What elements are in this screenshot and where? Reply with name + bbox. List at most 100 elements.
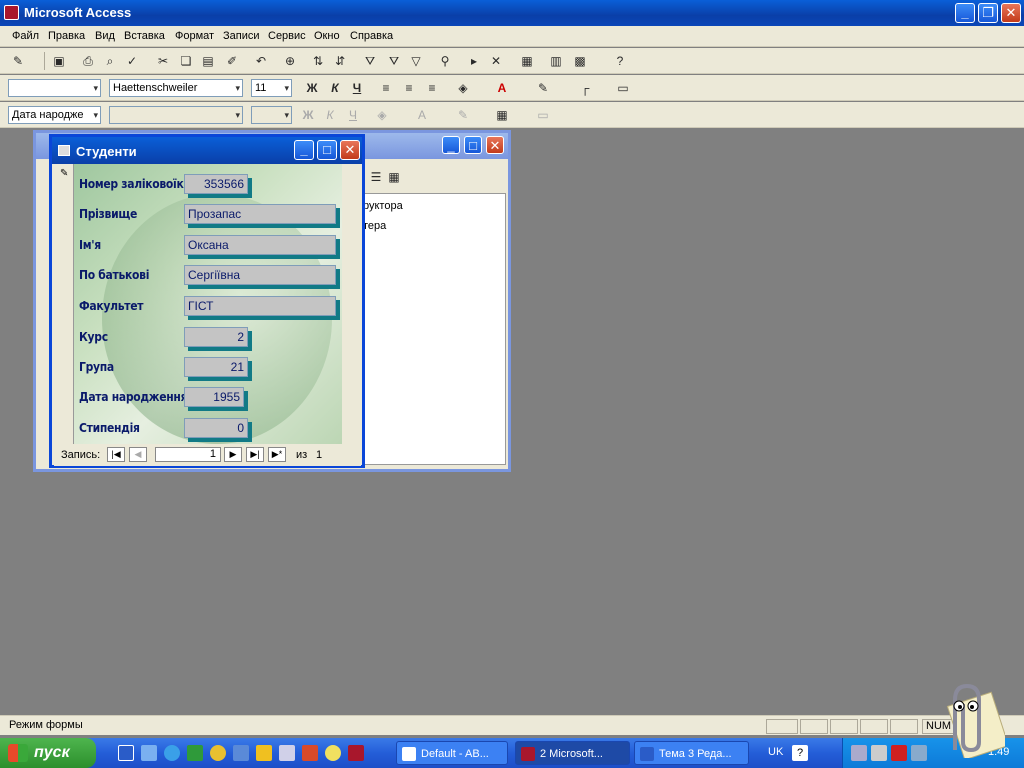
hyperlink-icon[interactable]: ⊕	[282, 53, 298, 69]
language-indicator[interactable]: UK	[768, 746, 783, 758]
form-maximize-icon[interactable]: □	[317, 140, 337, 160]
access-app-icon[interactable]	[4, 5, 19, 20]
network-quicklaunch-icon[interactable]	[279, 745, 295, 761]
menu-window[interactable]: Окно	[314, 30, 340, 42]
help-icon[interactable]: ?	[612, 53, 628, 69]
taskbar-item[interactable]: Тема 3 Реда...	[634, 741, 749, 765]
menu-view[interactable]: Вид	[95, 30, 115, 42]
font-color-icon[interactable]: A	[494, 80, 510, 96]
font-dropdown[interactable]: Haettenschweiler	[109, 79, 243, 97]
minimize-icon[interactable]: _	[955, 3, 975, 23]
db-minimize-icon[interactable]: _	[442, 136, 460, 154]
record-number-input[interactable]: 1	[155, 447, 221, 462]
sort-desc-icon[interactable]: ⇵	[332, 53, 348, 69]
format-painter-icon[interactable]: ✐	[224, 53, 240, 69]
form-close-icon[interactable]: ✕	[340, 140, 360, 160]
list-view-icon[interactable]: ☰	[368, 169, 384, 185]
line-color-icon[interactable]: ✎	[535, 80, 551, 96]
new-object-icon[interactable]: ▩	[572, 53, 588, 69]
tip-quicklaunch-icon[interactable]	[325, 745, 341, 761]
undo-icon[interactable]: ↶	[253, 53, 269, 69]
new-record-nav-icon[interactable]: ▶*	[268, 447, 286, 462]
view-icon[interactable]: ✎	[10, 53, 26, 69]
copy-icon[interactable]: ❏	[178, 53, 194, 69]
menu-help[interactable]: Справка	[350, 30, 393, 42]
tray-icon[interactable]	[851, 745, 867, 761]
restore-icon[interactable]: ❐	[978, 3, 998, 23]
menu-records[interactable]: Записи	[223, 30, 260, 42]
form-minimize-icon[interactable]: _	[294, 140, 314, 160]
underline-icon[interactable]: Ч	[349, 80, 365, 96]
font-color-disabled-icon: A	[417, 108, 426, 122]
bold-icon[interactable]: Ж	[304, 80, 320, 96]
patronymic-field[interactable]: Сергіївна	[184, 265, 336, 285]
italic-icon[interactable]: К	[327, 80, 343, 96]
db-maximize-icon[interactable]: □	[464, 136, 482, 154]
align-left-icon[interactable]: ≡	[378, 80, 394, 96]
prev-record-icon[interactable]: ◀	[129, 447, 147, 462]
find-icon[interactable]: ⚲	[437, 53, 453, 69]
properties-icon[interactable]: ▦	[519, 53, 535, 69]
fill-color-icon[interactable]: ◈	[455, 80, 471, 96]
next-record-icon[interactable]: ▶	[224, 447, 242, 462]
object-dropdown[interactable]	[8, 79, 101, 97]
menu-file[interactable]: Файл	[12, 30, 39, 42]
faculty-field[interactable]: ГІСТ	[184, 296, 336, 316]
first-record-icon[interactable]: |◀	[107, 447, 125, 462]
db-close-icon[interactable]: ✕	[486, 136, 504, 154]
filter-form-icon[interactable]: ⛛	[386, 53, 402, 69]
last-record-icon[interactable]: ▶|	[246, 447, 264, 462]
access-quicklaunch-icon[interactable]	[348, 745, 364, 761]
birth-date-field[interactable]: 1955	[184, 387, 244, 407]
help-tray-icon[interactable]: ?	[792, 745, 808, 761]
menu-edit[interactable]: Правка	[48, 30, 85, 42]
media-quicklaunch-icon[interactable]	[210, 745, 226, 761]
new-record-icon[interactable]: ▸	[466, 53, 482, 69]
cut-icon[interactable]: ✂	[155, 53, 171, 69]
record-selector[interactable]: ✎	[54, 164, 74, 444]
db-list-item[interactable]: руктора	[363, 200, 403, 212]
folder-quicklaunch-icon[interactable]	[256, 745, 272, 761]
field-selector-dropdown[interactable]: Дата народже	[8, 106, 101, 124]
line-width-icon[interactable]: ┌	[577, 80, 593, 96]
scholarship-field[interactable]: 0	[184, 418, 248, 438]
ie-quicklaunch-icon[interactable]	[164, 745, 180, 761]
gridlines-icon[interactable]: ▦	[494, 107, 510, 123]
student-id-field[interactable]: 353566	[184, 174, 248, 194]
font-size-dropdown[interactable]: 11	[251, 79, 292, 97]
menu-tools[interactable]: Сервис	[268, 30, 306, 42]
filter-selection-icon[interactable]: ⛛	[362, 53, 378, 69]
db-list-item[interactable]: тера	[363, 220, 386, 232]
apply-filter-icon[interactable]: ▽	[408, 53, 424, 69]
course-field[interactable]: 2	[184, 327, 248, 347]
outlook-quicklaunch-icon[interactable]	[141, 745, 157, 761]
word-quicklaunch-icon[interactable]	[118, 745, 134, 761]
print-icon[interactable]: ⎙	[80, 53, 96, 69]
office-assistant-clippy-icon[interactable]	[925, 680, 1005, 758]
taskbar-item-active[interactable]: 2 Microsoft...	[515, 741, 630, 765]
close-icon[interactable]: ✕	[1001, 3, 1021, 23]
start-button[interactable]: пуск	[0, 738, 96, 768]
database-window-icon[interactable]: ▥	[548, 53, 564, 69]
surname-field[interactable]: Прозапас	[184, 204, 336, 224]
special-effect-icon[interactable]: ▭	[615, 80, 631, 96]
paint-quicklaunch-icon[interactable]	[302, 745, 318, 761]
print-preview-icon[interactable]: ⌕	[102, 53, 118, 69]
details-view-icon[interactable]: ▦	[386, 169, 402, 185]
menu-insert[interactable]: Вставка	[124, 30, 165, 42]
paste-icon[interactable]: ▤	[200, 53, 216, 69]
sort-asc-icon[interactable]: ⇅	[310, 53, 326, 69]
save-icon[interactable]: ▣	[51, 53, 67, 69]
ati-tray-icon[interactable]	[891, 745, 907, 761]
group-field[interactable]: 21	[184, 357, 248, 377]
menu-format[interactable]: Формат	[175, 30, 214, 42]
spelling-icon[interactable]: ✓	[124, 53, 140, 69]
tray-icon[interactable]	[871, 745, 887, 761]
excel-quicklaunch-icon[interactable]	[187, 745, 203, 761]
taskbar-item[interactable]: Default - AB...	[396, 741, 508, 765]
align-center-icon[interactable]: ≡	[401, 80, 417, 96]
delete-record-icon[interactable]: ✕	[488, 53, 504, 69]
align-right-icon[interactable]: ≡	[424, 80, 440, 96]
app-quicklaunch-icon[interactable]	[233, 745, 249, 761]
name-field[interactable]: Оксана	[184, 235, 336, 255]
